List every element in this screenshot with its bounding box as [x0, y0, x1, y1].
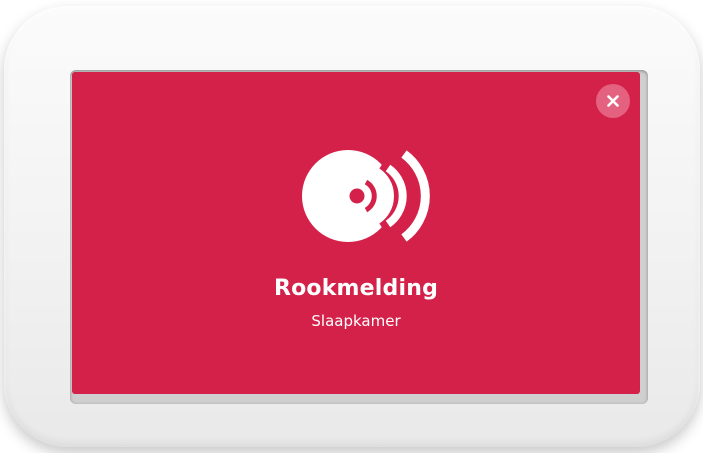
alarm-location: Slaapkamer — [311, 312, 401, 330]
close-button[interactable] — [596, 84, 630, 118]
close-icon — [607, 95, 619, 107]
smoke-detector-alarm-icon — [296, 144, 432, 248]
alarm-screen: Rookmelding Slaapkamer — [72, 72, 640, 394]
alarm-title: Rookmelding — [273, 276, 439, 301]
